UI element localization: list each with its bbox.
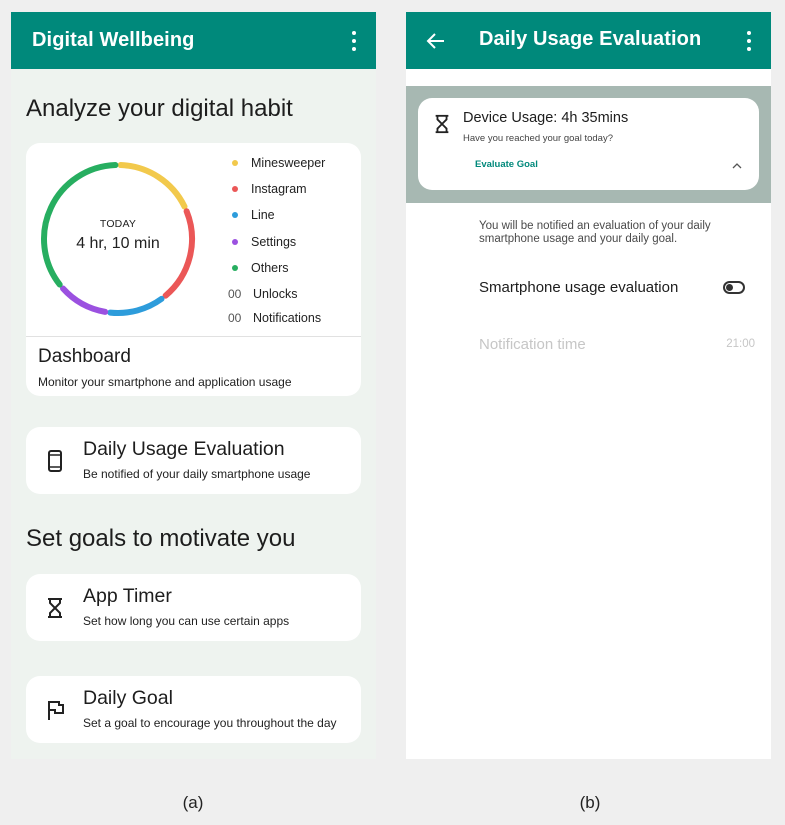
legend-dot <box>232 239 238 245</box>
legend-dot <box>232 160 238 166</box>
daily-goal-subtitle: Set a goal to encourage you throughout t… <box>83 716 337 730</box>
legend-item-settings: Settings <box>226 235 296 249</box>
daily-goal-title: Daily Goal <box>83 687 173 709</box>
legend-label: Others <box>251 261 289 275</box>
screen-daily-usage-evaluation: Daily Usage Evaluation Device Usage: 4h … <box>406 12 771 759</box>
legend-item-unlocks: 00 Unlocks <box>228 287 297 301</box>
app-bar: Digital Wellbeing <box>11 12 376 69</box>
more-options-icon[interactable] <box>346 31 362 51</box>
legend-label: Minesweeper <box>251 156 326 170</box>
legend-label: Instagram <box>251 182 307 196</box>
daily-usage-evaluation-card[interactable]: Daily Usage Evaluation Be notified of yo… <box>26 427 361 494</box>
device-usage-title: Device Usage: 4h 35mins <box>463 110 629 126</box>
legend-item-line: Line <box>226 208 275 222</box>
unlocks-count: 00 <box>228 287 242 301</box>
device-usage-card[interactable]: Device Usage: 4h 35mins Have you reached… <box>418 98 759 190</box>
daily-usage-title: Daily Usage Evaluation <box>83 438 285 460</box>
daily-goal-card[interactable]: Daily Goal Set a goal to encourage you t… <box>26 676 361 743</box>
phone-icon <box>48 450 62 472</box>
back-arrow-icon[interactable] <box>425 30 447 52</box>
daily-usage-subtitle: Be notified of your daily smartphone usa… <box>83 467 311 481</box>
donut-today-label: TODAY <box>99 218 137 230</box>
section-title-analyze: Analyze your digital habit <box>26 95 293 122</box>
unlocks-label: Unlocks <box>253 287 298 301</box>
device-usage-subtitle: Have you reached your goal today? <box>463 133 613 144</box>
dashboard-card[interactable]: TODAY 4 hr, 10 min Minesweeper Instagram… <box>26 143 361 396</box>
notification-time-value[interactable]: 21:00 <box>726 338 755 350</box>
donut-segment-minesweeper <box>117 162 188 210</box>
screen-digital-wellbeing: Digital Wellbeing Analyze your digital h… <box>11 12 376 759</box>
legend-dot <box>232 212 238 218</box>
notification-description: You will be notified an evaluation of yo… <box>479 220 711 245</box>
section-title-goals: Set goals to motivate you <box>26 525 296 552</box>
usage-evaluation-label: Smartphone usage evaluation <box>479 279 679 296</box>
dashboard-subtitle: Monitor your smartphone and application … <box>38 375 292 389</box>
notifications-count: 00 <box>228 311 242 325</box>
hourglass-icon <box>48 598 62 618</box>
evaluate-goal-link[interactable]: Evaluate Goal <box>475 159 538 170</box>
legend-dot <box>232 265 238 271</box>
donut-today-value: 4 hr, 10 min <box>76 235 160 252</box>
hourglass-icon <box>435 114 449 134</box>
app-bar: Daily Usage Evaluation <box>406 12 771 69</box>
more-options-icon[interactable] <box>741 31 757 51</box>
donut-segment-line <box>107 295 165 316</box>
legend-label: Settings <box>251 235 297 249</box>
app-timer-title: App Timer <box>83 585 172 607</box>
donut-segment-settings <box>60 285 109 315</box>
notifications-label: Notifications <box>253 311 322 325</box>
legend-label: Line <box>251 208 275 222</box>
legend-dot <box>232 186 238 192</box>
usage-evaluation-toggle[interactable] <box>723 281 745 294</box>
legend-item-instagram: Instagram <box>226 182 307 196</box>
legend-item-notifications: 00 Notifications <box>228 311 321 325</box>
legend-item-others: Others <box>226 261 289 275</box>
toggle-knob <box>726 284 733 291</box>
flag-icon <box>48 701 64 720</box>
legend-item-minesweeper: Minesweeper <box>226 156 325 170</box>
app-title: Daily Usage Evaluation <box>479 28 702 50</box>
caption-a: (a) <box>182 793 204 812</box>
notification-time-label: Notification time <box>479 336 586 353</box>
chevron-up-icon[interactable] <box>731 161 743 171</box>
app-timer-subtitle: Set how long you can use certain apps <box>83 614 290 628</box>
dashboard-title: Dashboard <box>38 346 131 367</box>
app-timer-card[interactable]: App Timer Set how long you can use certa… <box>26 574 361 641</box>
caption-b: (b) <box>579 793 601 812</box>
divider <box>26 336 361 337</box>
app-title: Digital Wellbeing <box>32 29 195 51</box>
